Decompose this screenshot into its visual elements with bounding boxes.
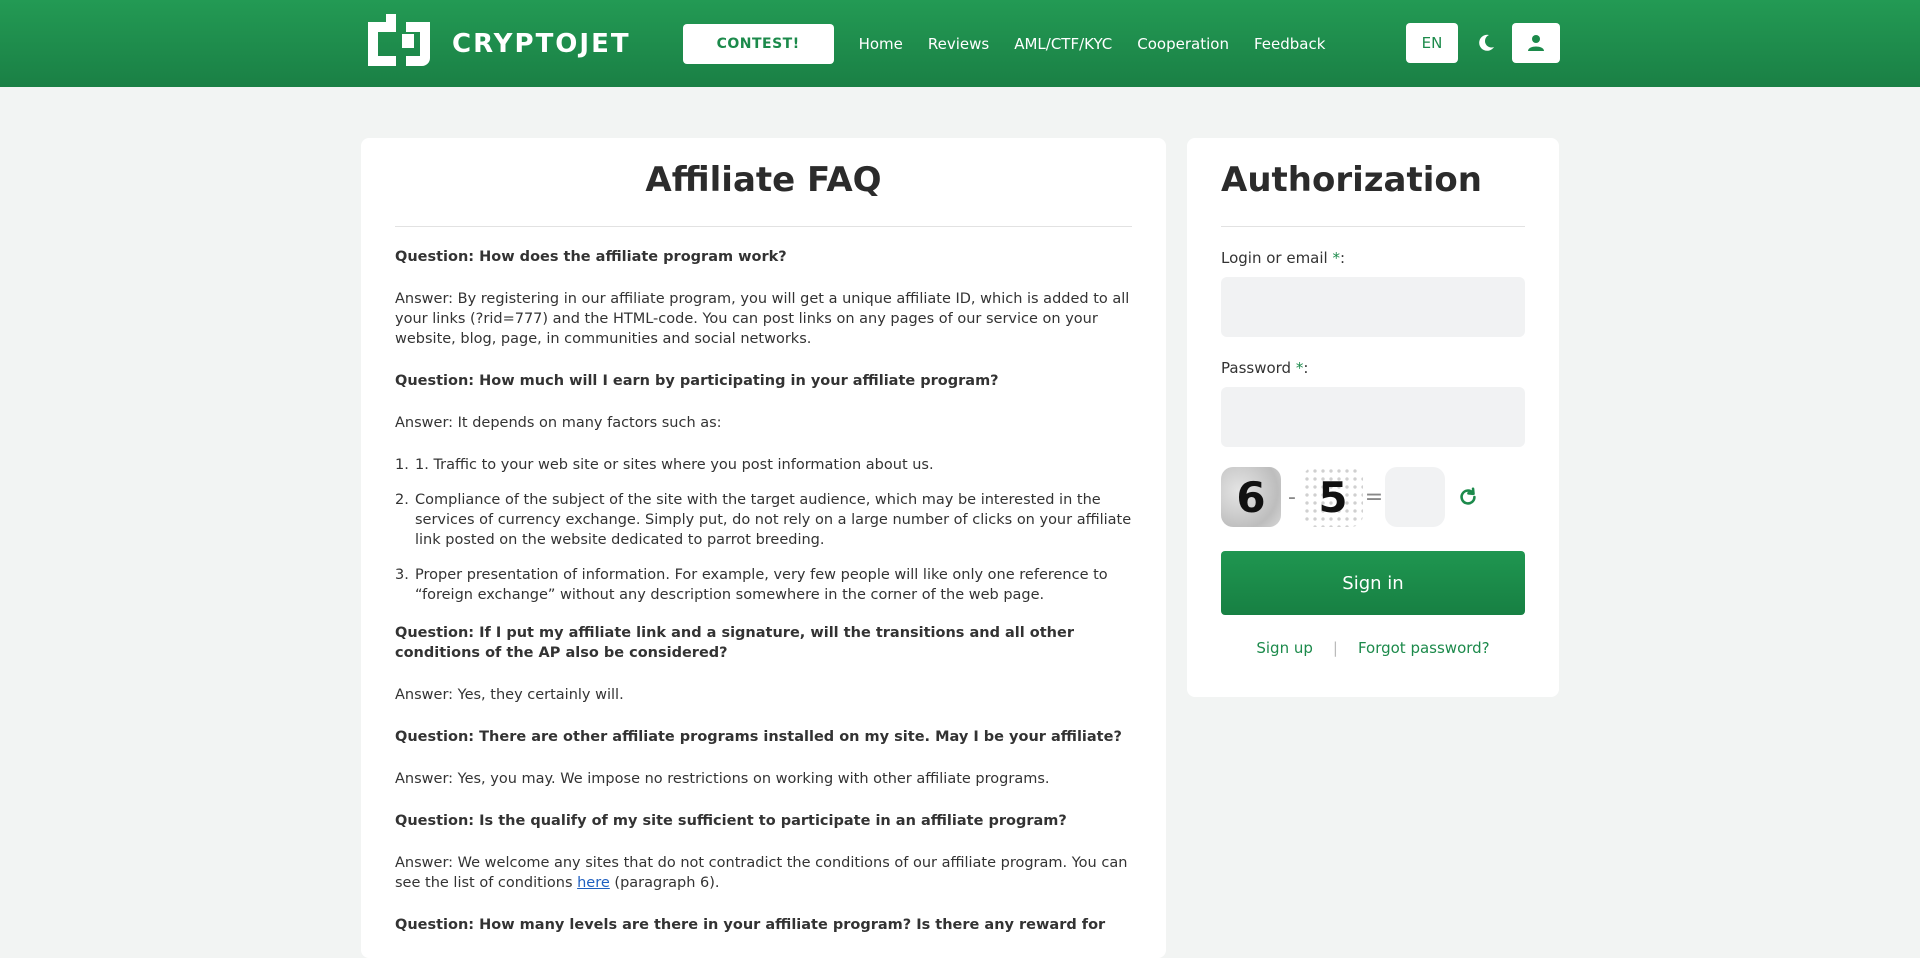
moon-icon[interactable] <box>1476 33 1496 53</box>
captcha-operator: - <box>1288 484 1296 510</box>
faq-question: Question: Is the qualify of my site suff… <box>395 813 1067 829</box>
conditions-link[interactable]: here <box>577 875 610 891</box>
nav-home[interactable]: Home <box>859 35 903 53</box>
faq-question: Question: If I put my affiliate link and… <box>395 625 1074 661</box>
sign-up-link[interactable]: Sign up <box>1256 639 1313 657</box>
nav-reviews[interactable]: Reviews <box>928 35 989 53</box>
auth-links: Sign up | Forgot password? <box>1221 639 1525 657</box>
label-colon: : <box>1303 359 1309 377</box>
auth-card: Authorization Login or email *: Password… <box>1187 138 1559 697</box>
login-label: Login or email *: <box>1221 249 1525 267</box>
logo-cj-mark <box>368 13 430 66</box>
list-number: 1. <box>395 457 409 473</box>
refresh-icon[interactable] <box>1457 486 1479 508</box>
password-label: Password *: <box>1221 359 1525 377</box>
captcha-answer-input[interactable] <box>1385 467 1445 527</box>
list-text: Compliance of the subject of the site wi… <box>415 492 1132 548</box>
captcha: 6 - 5 = <box>1221 467 1525 527</box>
nav-aml-ctf-kyc[interactable]: AML/CTF/KYC <box>1014 35 1112 53</box>
list-text: 1. Traffic to your web site or sites whe… <box>415 457 934 473</box>
answer-text: Answer: We welcome any sites that do not… <box>395 855 1128 891</box>
header-inner: CRYPTOJET CONTEST! Home Reviews AML/CTF/… <box>360 0 1560 87</box>
faq-question: Question: How many levels are there in y… <box>395 917 1106 933</box>
site-header: CRYPTOJET CONTEST! Home Reviews AML/CTF/… <box>0 0 1920 87</box>
user-button[interactable] <box>1512 23 1560 63</box>
forgot-password-link[interactable]: Forgot password? <box>1358 639 1490 657</box>
answer-text: (paragraph 6). <box>609 875 720 891</box>
main-nav: Home Reviews AML/CTF/KYC Cooperation Fee… <box>859 35 1351 53</box>
faq-card: Affiliate FAQ Question: How does the aff… <box>361 138 1166 958</box>
label-colon: : <box>1339 249 1346 267</box>
language-button[interactable]: EN <box>1406 23 1458 63</box>
list-item: 2. Compliance of the subject of the site… <box>395 490 1132 550</box>
faq-question: Question: How does the affiliate program… <box>395 249 787 265</box>
list-text: Proper presentation of information. For … <box>415 567 1108 603</box>
captcha-digit-image: 5 <box>1303 467 1363 527</box>
required-mark: * <box>1332 249 1340 267</box>
password-label-text: Password <box>1221 359 1296 377</box>
list-item: 3. Proper presentation of information. F… <box>395 565 1132 605</box>
captcha-equals: = <box>1364 484 1384 510</box>
nav-feedback[interactable]: Feedback <box>1254 35 1325 53</box>
password-input[interactable] <box>1221 387 1525 447</box>
user-icon <box>1528 35 1544 51</box>
captcha-digit-image: 6 <box>1221 467 1281 527</box>
list-number: 3. <box>395 567 409 583</box>
faq-answer: Answer: Yes, you may. We impose no restr… <box>395 771 1050 787</box>
faq-question: Question: There are other affiliate prog… <box>395 729 1122 745</box>
login-label-text: Login or email <box>1221 249 1333 267</box>
faq-body: Question: How does the affiliate program… <box>395 227 1132 935</box>
list-number: 2. <box>395 492 409 508</box>
logo-text: CRYPTOJET <box>452 28 631 59</box>
faq-question: Question: How much will I earn by partic… <box>395 373 999 389</box>
faq-answer: Answer: We welcome any sites that do not… <box>395 853 1132 893</box>
link-separator: | <box>1332 639 1338 657</box>
faq-answer: Answer: Yes, they certainly will. <box>395 687 624 703</box>
site-logo[interactable]: CRYPTOJET <box>360 13 631 74</box>
page-title: Affiliate FAQ <box>645 160 882 200</box>
sign-in-button[interactable]: Sign in <box>1221 551 1525 615</box>
faq-answer: Answer: By registering in our affiliate … <box>395 291 1130 347</box>
login-input[interactable] <box>1221 277 1525 337</box>
contest-button[interactable]: CONTEST! <box>682 23 834 64</box>
factors-list: 1. 1. Traffic to your web site or sites … <box>395 455 1132 605</box>
list-item: 1. 1. Traffic to your web site or sites … <box>395 455 1132 475</box>
nav-cooperation[interactable]: Cooperation <box>1137 35 1229 53</box>
auth-title: Authorization <box>1221 160 1482 200</box>
faq-answer: Answer: It depends on many factors such … <box>395 415 722 431</box>
divider <box>1221 226 1525 227</box>
